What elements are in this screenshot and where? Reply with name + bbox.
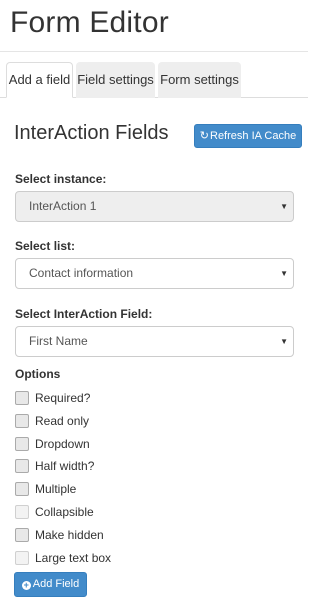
checkbox[interactable] [15,482,29,496]
option-label: Large text box [35,551,112,565]
refresh-ia-cache-button[interactable]: ↻Refresh IA Cache [194,124,302,148]
section-title: InterAction Fields [14,122,169,144]
list-select[interactable]: Contact information ▼ [15,258,294,289]
instance-select-value: InterAction 1 [29,199,97,213]
checkbox [15,551,29,565]
option-label: Collapsible [35,505,94,519]
chevron-down-icon: ▼ [280,337,288,346]
option-label: Dropdown [35,437,90,451]
ia-field-select[interactable]: First Name ▼ [15,326,294,357]
ia-field-label: Select InterAction Field: [15,307,153,321]
options-label: Options [15,367,61,381]
option-label: Required? [35,391,91,405]
checkbox[interactable] [15,528,29,542]
option-label: Read only [35,414,90,428]
chevron-down-icon: ▼ [280,269,288,278]
list-select-value: Contact information [29,266,134,280]
option-label: Half width? [35,459,95,473]
option-label: Multiple [35,482,77,496]
checkbox [15,505,29,519]
tab-bar: Add a field Field settings Form settings [0,62,308,98]
instance-label: Select instance: [15,172,107,186]
page-title: Form Editor [10,6,169,39]
title-divider [0,51,308,52]
add-field-button[interactable]: + Add Field [14,572,87,597]
checkbox[interactable] [15,414,29,428]
tab-field-settings[interactable]: Field settings [76,62,155,98]
add-field-label: Add Field [32,578,80,590]
instance-select: InterAction 1 ▼ [15,191,294,222]
checkbox[interactable] [15,437,29,451]
plus-circle-icon: + [21,580,31,590]
option-label: Make hidden [35,528,104,542]
list-label: Select list: [15,239,76,253]
refresh-button-label: Refresh IA Cache [210,130,297,142]
checkbox[interactable] [15,391,29,405]
tab-add-a-field[interactable]: Add a field [6,62,73,98]
refresh-icon: ↻ [199,130,209,142]
ia-field-select-value: First Name [29,334,88,348]
checkbox[interactable] [15,459,29,473]
tab-form-settings[interactable]: Form settings [158,62,241,98]
chevron-down-icon: ▼ [280,202,288,211]
